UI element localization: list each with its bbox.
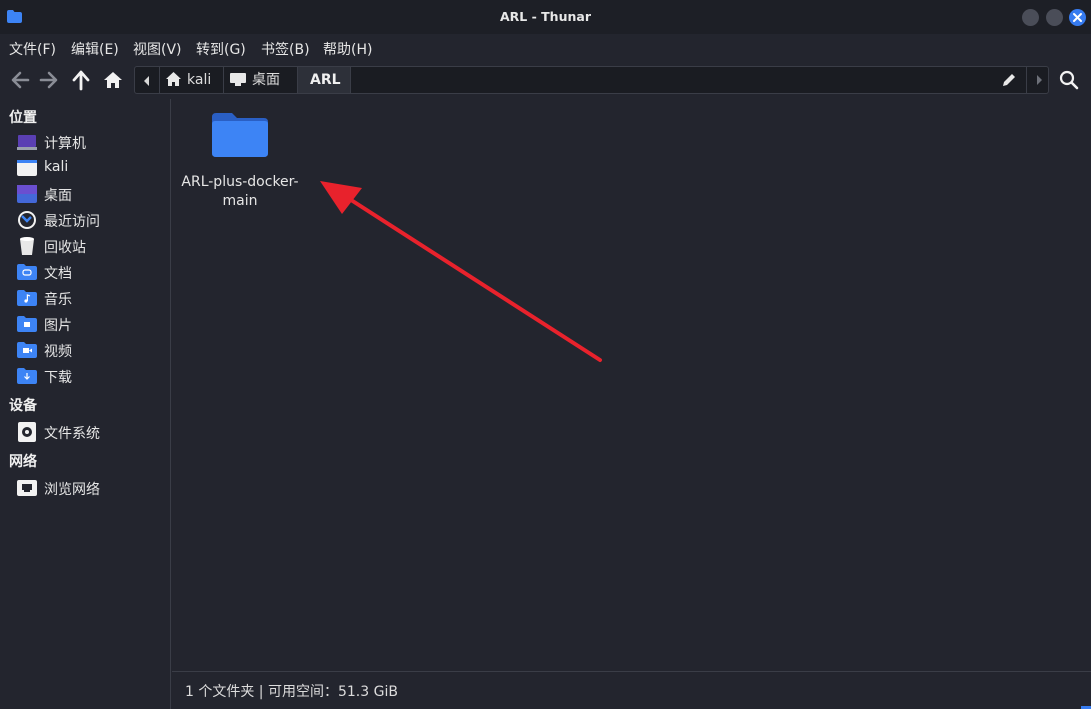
chevron-left-icon <box>144 76 149 86</box>
path-scroll-right-button[interactable] <box>1026 67 1049 93</box>
menu-go[interactable]: 转到(G) <box>196 39 246 59</box>
desktop-icon <box>230 73 246 86</box>
sidebar-item-music[interactable]: 音乐 <box>17 287 167 309</box>
path-scroll-left-button[interactable] <box>135 67 160 93</box>
path-crumb-label: 桌面 <box>252 72 280 88</box>
computer-icon <box>17 135 37 150</box>
recent-icon <box>18 211 36 229</box>
forward-arrow-icon[interactable] <box>38 69 60 91</box>
status-text: 1 个文件夹 | 可用空间：51.3 GiB <box>185 684 398 700</box>
window-title: ARL - Thunar <box>500 9 591 24</box>
music-folder-icon <box>17 290 37 306</box>
desktop-icon <box>17 185 37 203</box>
folder-item[interactable]: ARL-plus-docker-main <box>178 111 302 211</box>
back-arrow-icon[interactable] <box>9 69 31 91</box>
sidebar-item-recent[interactable]: 最近访问 <box>17 209 167 231</box>
sidebar-item-desktop[interactable]: 桌面 <box>17 183 167 205</box>
sidebar-heading-places: 位置 <box>9 110 37 126</box>
chevron-right-icon <box>1037 75 1042 85</box>
path-crumb-arl[interactable]: ARL <box>298 67 351 93</box>
downloads-folder-icon <box>17 368 37 384</box>
path-crumb-label: kali <box>187 72 212 88</box>
up-arrow-icon[interactable] <box>70 69 92 91</box>
sidebar-item-kali[interactable]: kali <box>17 157 167 179</box>
sidebar-item-downloads[interactable]: 下载 <box>17 365 167 387</box>
close-icon <box>1073 13 1082 22</box>
sidebar-item-computer[interactable]: 计算机 <box>17 131 167 153</box>
drive-icon <box>18 422 36 442</box>
path-crumb-kali[interactable]: kali <box>160 67 224 93</box>
sidebar-item-browse-network[interactable]: 浏览网络 <box>17 477 167 499</box>
sidebar-heading-network: 网络 <box>9 454 37 470</box>
location-bar[interactable]: kali 桌面 ARL <box>134 66 1049 94</box>
edit-pencil-icon[interactable] <box>1001 72 1017 88</box>
trash-icon <box>20 237 34 255</box>
title-bar[interactable]: ARL - Thunar <box>0 0 1091 34</box>
menu-view[interactable]: 视图(V) <box>133 39 182 59</box>
folder-icon <box>212 113 268 157</box>
search-icon[interactable] <box>1059 70 1079 90</box>
sidebar-heading-devices: 设备 <box>9 398 37 414</box>
pictures-folder-icon <box>17 316 37 332</box>
sidebar-item-documents[interactable]: 文档 <box>17 261 167 283</box>
sidebar: 位置 计算机 kali 桌面 最近访问 回收站 文档 音乐 图片 视频 下载 设… <box>0 99 171 709</box>
path-crumb-desktop[interactable]: 桌面 <box>224 67 298 93</box>
documents-folder-icon <box>17 264 37 280</box>
home-icon <box>166 72 181 86</box>
close-button[interactable] <box>1069 9 1086 26</box>
minimize-button[interactable] <box>1022 9 1039 26</box>
home-folder-icon <box>17 160 37 176</box>
menu-file[interactable]: 文件(F) <box>9 39 56 59</box>
menu-bar: 文件(F) 编辑(E) 视图(V) 转到(G) 书签(B) 帮助(H) <box>0 34 1091 61</box>
videos-folder-icon <box>17 342 37 358</box>
sidebar-item-trash[interactable]: 回收站 <box>17 235 167 257</box>
folder-name: ARL-plus-docker-main <box>181 174 299 209</box>
file-view[interactable]: ARL-plus-docker-main <box>172 99 1091 671</box>
sidebar-item-filesystem[interactable]: 文件系统 <box>17 421 167 443</box>
sidebar-item-pictures[interactable]: 图片 <box>17 313 167 335</box>
sidebar-item-videos[interactable]: 视频 <box>17 339 167 361</box>
maximize-button[interactable] <box>1046 9 1063 26</box>
network-icon <box>17 480 37 496</box>
status-bar: 1 个文件夹 | 可用空间：51.3 GiB <box>172 671 1091 709</box>
menu-help[interactable]: 帮助(H) <box>323 39 372 59</box>
home-icon[interactable] <box>102 69 124 91</box>
menu-edit[interactable]: 编辑(E) <box>71 39 119 59</box>
menu-bookmarks[interactable]: 书签(B) <box>261 39 310 59</box>
path-crumb-label: ARL <box>310 72 341 88</box>
